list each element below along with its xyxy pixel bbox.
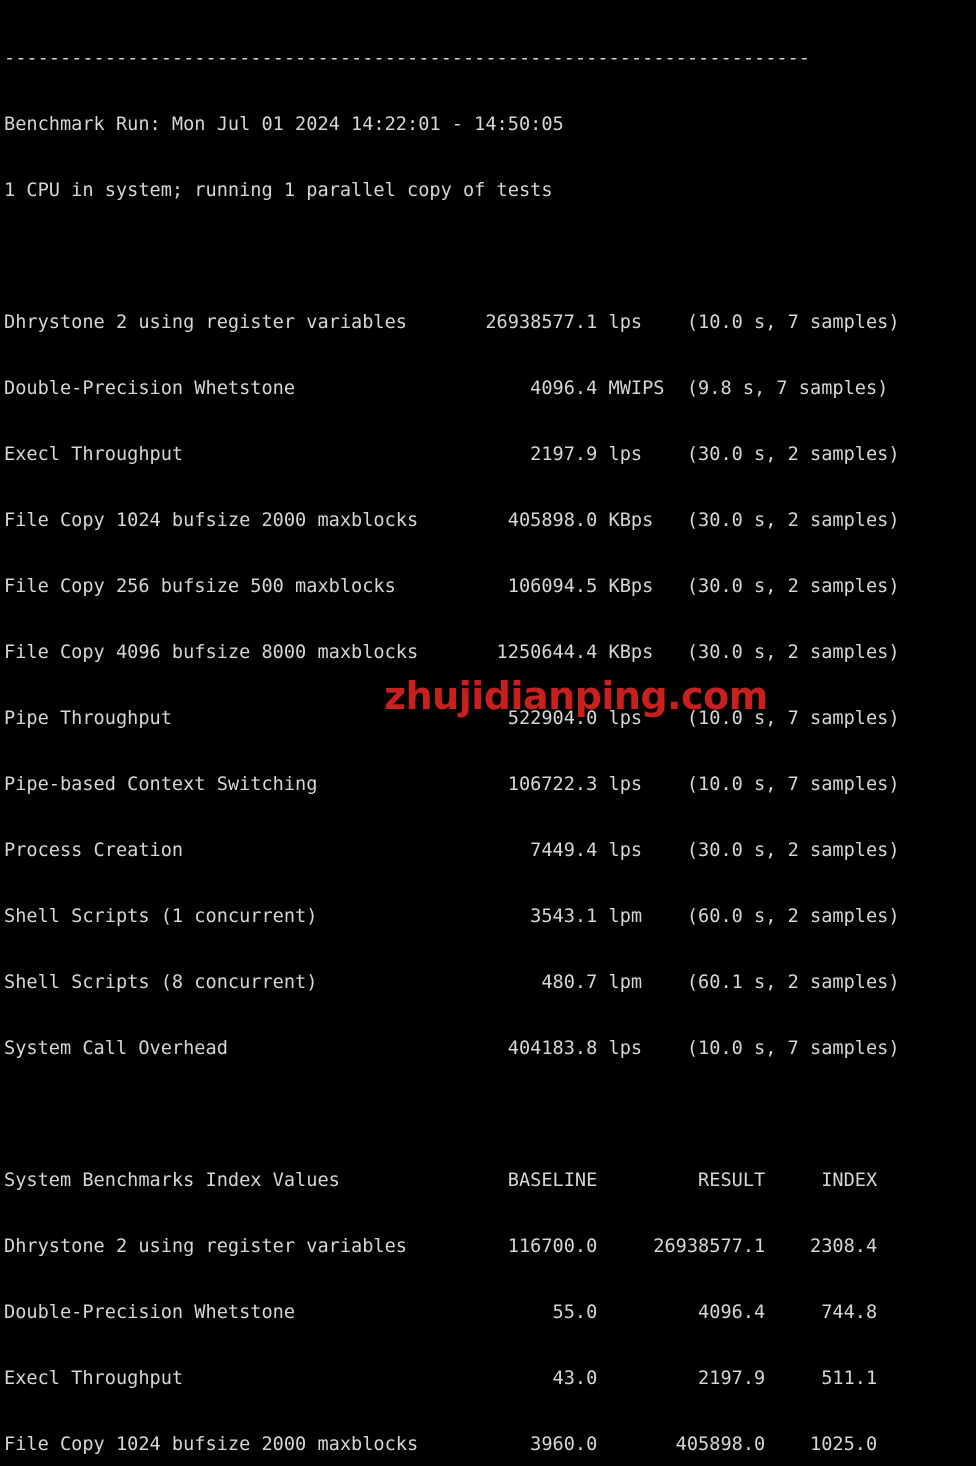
top-separator: ----------------------------------------… <box>4 48 810 69</box>
index-table-row: Dhrystone 2 using register variables 116… <box>4 1236 878 1257</box>
result-row: Process Creation 7449.4 lps (30.0 s, 2 s… <box>4 840 900 861</box>
spacer-1 <box>4 246 976 268</box>
index-table-row: Double-Precision Whetstone 55.0 4096.4 7… <box>4 1302 878 1323</box>
result-row: File Copy 1024 bufsize 2000 maxblocks 40… <box>4 510 900 531</box>
benchmark-run-line: Benchmark Run: Mon Jul 01 2024 14:22:01 … <box>4 114 564 135</box>
result-row: File Copy 256 bufsize 500 maxblocks 1060… <box>4 576 900 597</box>
result-row: Shell Scripts (8 concurrent) 480.7 lpm (… <box>4 972 900 993</box>
result-row: Pipe Throughput 522904.0 lps (10.0 s, 7 … <box>4 708 900 729</box>
result-row: System Call Overhead 404183.8 lps (10.0 … <box>4 1038 900 1059</box>
result-row: File Copy 4096 bufsize 8000 maxblocks 12… <box>4 642 900 663</box>
result-row: Dhrystone 2 using register variables 269… <box>4 312 900 333</box>
result-row: Shell Scripts (1 concurrent) 3543.1 lpm … <box>4 906 900 927</box>
terminal-output: ----------------------------------------… <box>0 0 976 1455</box>
result-row: Execl Throughput 2197.9 lps (30.0 s, 2 s… <box>4 444 900 465</box>
result-row: Pipe-based Context Switching 106722.3 lp… <box>4 774 900 795</box>
result-row: Double-Precision Whetstone 4096.4 MWIPS … <box>4 378 889 399</box>
index-table-header: System Benchmarks Index Values BASELINE … <box>4 1170 878 1191</box>
spacer-2 <box>4 1104 976 1126</box>
index-table-row: Execl Throughput 43.0 2197.9 511.1 <box>4 1368 878 1389</box>
index-table-row: File Copy 1024 bufsize 2000 maxblocks 39… <box>4 1434 878 1455</box>
cpu-info-line: 1 CPU in system; running 1 parallel copy… <box>4 180 553 201</box>
